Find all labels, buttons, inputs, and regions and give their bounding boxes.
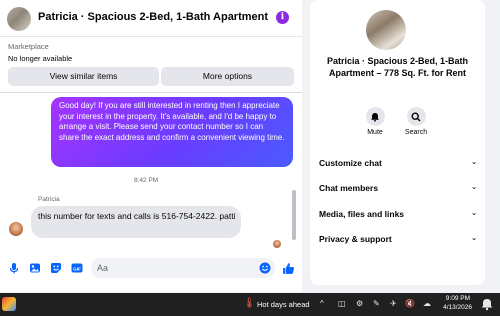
taskbar-app-icon[interactable] [2, 297, 16, 311]
windows-taskbar: 🌡 Hot days ahead ^ ◫ ⚙ ✎ ✈ 🔇 ☁ 9:09 PM 4… [0, 293, 500, 316]
chevron-down-icon: ⌄ [471, 184, 477, 191]
menu-customize-chat-label: Customize chat [319, 158, 382, 168]
microphone-icon[interactable] [8, 262, 20, 274]
info-icon[interactable]: i [276, 11, 289, 24]
chevron-down-icon: ⌄ [471, 210, 477, 217]
menu-privacy-support[interactable]: Privacy & support ⌄ [319, 234, 477, 244]
notification-icon[interactable] [480, 298, 494, 311]
sender-avatar[interactable] [9, 222, 23, 236]
chat-panel: Patricia · Spacious 2-Bed, 1-Bath Apartm… [0, 0, 302, 292]
settings-tray-icon[interactable]: ⚙ [356, 299, 363, 308]
sent-message-bubble[interactable]: Good day! If you are still interested in… [51, 97, 293, 167]
pen-tray-icon[interactable]: ✎ [373, 299, 380, 308]
menu-customize-chat[interactable]: Customize chat ⌄ [319, 158, 477, 168]
search-icon [411, 111, 421, 122]
mute-action[interactable]: Mute [355, 107, 395, 136]
chat-header: Patricia · Spacious 2-Bed, 1-Bath Apartm… [0, 0, 302, 37]
menu-chat-members-label: Chat members [319, 183, 379, 193]
chevron-up-icon[interactable]: ^ [320, 299, 324, 308]
search-label: Search [404, 129, 428, 136]
clock-date[interactable]: 4/13/2026 [438, 304, 472, 311]
listing-profile-image[interactable] [366, 10, 406, 50]
menu-privacy-support-label: Privacy & support [319, 234, 392, 244]
thermometer-icon[interactable]: 🌡 [243, 298, 256, 310]
divider [0, 92, 302, 93]
sticker-icon[interactable] [50, 262, 62, 274]
mute-label: Mute [367, 129, 383, 136]
conversation-title[interactable]: Patricia · Spacious 2-Bed, 1-Bath Apartm… [38, 11, 270, 23]
mute-tray-icon[interactable]: ✈ [390, 299, 397, 308]
gif-icon[interactable]: GIF [71, 262, 83, 274]
chevron-down-icon: ⌄ [471, 235, 477, 242]
availability-status: No longer available [8, 54, 73, 63]
network-icon[interactable]: ☁ [423, 299, 431, 308]
app-tray-icon[interactable]: ◫ [338, 299, 346, 308]
message-timestamp: 8:42 PM [134, 177, 159, 184]
search-action[interactable]: Search [396, 107, 436, 136]
bell-icon [371, 112, 379, 122]
conversation-details-panel: Patricia · Spacious 2-Bed, 1-Bath Apartm… [310, 0, 485, 285]
listing-avatar[interactable] [7, 7, 31, 31]
profile-name: Patricia · Spacious 2-Bed, 1-Bath Apartm… [326, 56, 469, 78]
gallery-icon[interactable] [29, 262, 41, 274]
received-message-bubble[interactable]: this number for texts and calls is 516-7… [31, 206, 241, 238]
menu-chat-members[interactable]: Chat members ⌄ [319, 183, 477, 193]
chat-scrollbar[interactable] [292, 190, 296, 240]
chevron-down-icon: ⌄ [471, 159, 477, 166]
menu-media-files-links[interactable]: Media, files and links ⌄ [319, 209, 477, 219]
menu-media-files-links-label: Media, files and links [319, 209, 405, 219]
message-input[interactable] [91, 258, 275, 278]
marketplace-label: Marketplace [8, 42, 49, 51]
volume-muted-icon[interactable]: 🔇 [405, 299, 415, 308]
view-similar-items-button[interactable]: View similar items [8, 67, 159, 86]
svg-text:GIF: GIF [73, 266, 81, 271]
more-options-button[interactable]: More options [161, 67, 294, 86]
clock-time[interactable]: 9:09 PM [440, 295, 470, 302]
weather-text[interactable]: Hot days ahead [257, 300, 310, 309]
thumbs-up-icon[interactable] [282, 262, 295, 275]
emoji-icon[interactable] [259, 262, 271, 274]
sender-name: Patricia [38, 196, 60, 203]
read-receipt-avatar [273, 240, 281, 248]
